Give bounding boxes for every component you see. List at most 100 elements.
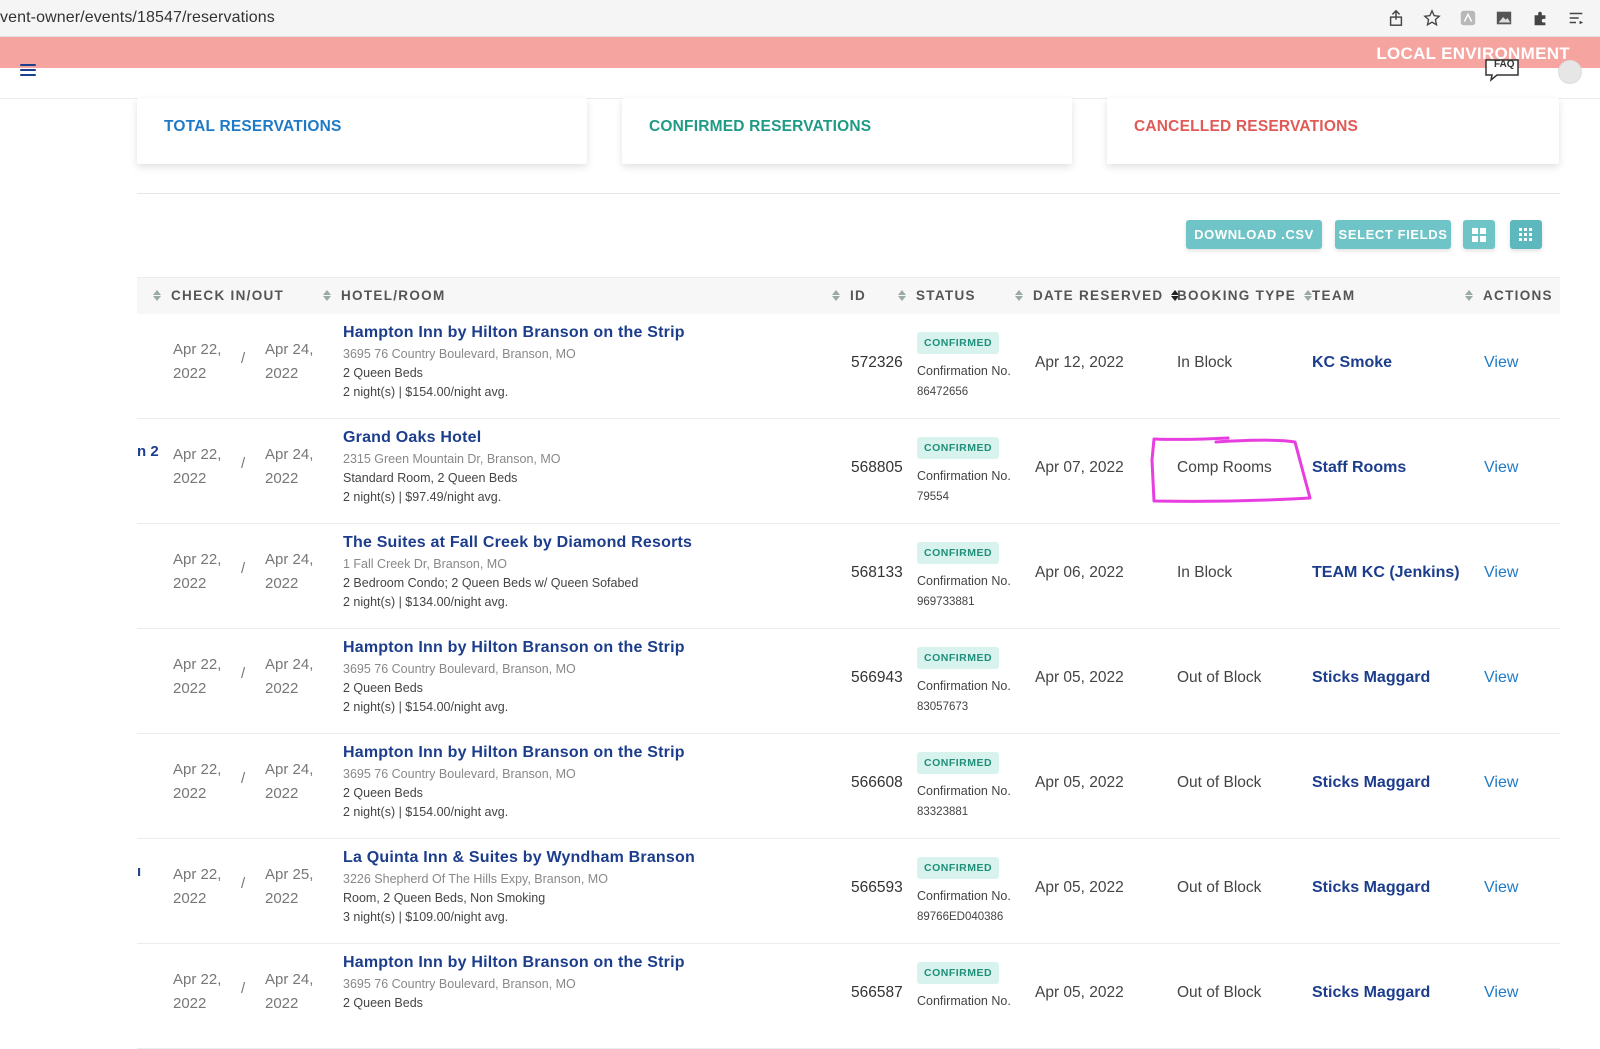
total-reservations-title: TOTAL RESERVATIONS: [164, 118, 342, 135]
check-out-date: Apr 24, 2022: [265, 446, 314, 487]
sort-icon[interactable]: [1015, 290, 1023, 301]
user-avatar[interactable]: [1558, 60, 1582, 84]
hotel-name-link[interactable]: Hampton Inn by Hilton Branson on the Str…: [343, 744, 803, 762]
date-separator: /: [241, 980, 246, 997]
sort-icon[interactable]: [323, 290, 331, 301]
team-link[interactable]: TEAM KC (Jenkins): [1312, 564, 1460, 582]
view-link[interactable]: View: [1484, 669, 1518, 687]
hotel-name-link[interactable]: La Quinta Inn & Suites by Wyndham Branso…: [343, 849, 803, 867]
column-team[interactable]: TEAM: [1312, 288, 1355, 303]
column-actions[interactable]: ACTIONS: [1465, 288, 1553, 303]
sort-icon[interactable]: [153, 290, 161, 301]
team-link[interactable]: Sticks Maggard: [1312, 774, 1430, 792]
sort-icon[interactable]: [1304, 290, 1313, 301]
table-header: CHECK IN/OUT HOTEL/ROOM ID STATUS DATE R…: [137, 277, 1560, 315]
status-cell: CONFIRMED Confirmation No.: [917, 962, 1027, 1016]
confirmation-number: 79554: [917, 491, 949, 503]
reservation-id: 572326: [851, 354, 903, 371]
table-row[interactable]: Apr 22, 2022 / Apr 24, 2022 Hampton Inn …: [137, 629, 1560, 734]
hotel-name-link[interactable]: Grand Oaks Hotel: [343, 429, 803, 447]
team-link[interactable]: Sticks Maggard: [1312, 879, 1430, 897]
table-view-button[interactable]: [1510, 220, 1542, 249]
puzzle-extensions-icon[interactable]: [1530, 8, 1550, 28]
card-view-button[interactable]: [1463, 220, 1495, 249]
hotel-name-link[interactable]: Hampton Inn by Hilton Branson on the Str…: [343, 954, 803, 972]
date-separator: /: [241, 560, 246, 577]
hotel-room-cell: The Suites at Fall Creek by Diamond Reso…: [343, 534, 803, 609]
cancelled-reservations-title: CANCELLED RESERVATIONS: [1134, 118, 1359, 135]
reservation-id: 568805: [851, 459, 903, 476]
column-date-reserved[interactable]: DATE RESERVED: [1015, 288, 1181, 303]
faq-label[interactable]: FAQ: [1494, 59, 1515, 70]
sort-icon[interactable]: [1465, 290, 1473, 301]
confirmed-reservations-title: CONFIRMED RESERVATIONS: [649, 118, 872, 135]
hotel-room-cell: Hampton Inn by Hilton Branson on the Str…: [343, 744, 803, 819]
booking-type: Out of Block: [1177, 774, 1262, 791]
bookmark-star-icon[interactable]: [1422, 8, 1442, 28]
nights-rate: 2 night(s) | $154.00/night avg.: [343, 805, 509, 819]
select-fields-button[interactable]: SELECT FIELDS: [1335, 220, 1451, 249]
status-badge: CONFIRMED: [917, 542, 1000, 564]
table-row[interactable]: ı Apr 22, 2022 / Apr 25, 2022 La Quinta …: [137, 839, 1560, 944]
date-reserved: Apr 07, 2022: [1035, 459, 1124, 476]
booking-type: In Block: [1177, 354, 1233, 371]
view-link[interactable]: View: [1484, 879, 1518, 897]
browser-toolbar-icons: [1386, 8, 1586, 28]
hotel-room-cell: Hampton Inn by Hilton Branson on the Str…: [343, 954, 803, 1015]
view-link[interactable]: View: [1484, 774, 1518, 792]
hotel-address: 3695 76 Country Boulevard, Branson, MO: [343, 347, 576, 361]
table-row[interactable]: Apr 22, 2022 / Apr 24, 2022 Hampton Inn …: [137, 944, 1560, 1049]
column-booking-type[interactable]: BOOKING TYPE: [1177, 288, 1314, 303]
status-cell: CONFIRMED Confirmation No. 89766ED040386: [917, 857, 1027, 923]
card-grid-icon: [1472, 227, 1486, 242]
share-icon[interactable]: [1386, 8, 1406, 28]
table-row[interactable]: Apr 22, 2022 / Apr 24, 2022 Hampton Inn …: [137, 734, 1560, 839]
confirmation-label: Confirmation No.: [917, 784, 1011, 798]
table-row[interactable]: Apr 22, 2022 / Apr 24, 2022 Hampton Inn …: [137, 314, 1560, 419]
column-id[interactable]: ID: [832, 288, 866, 303]
hotel-name-link[interactable]: Hampton Inn by Hilton Branson on the Str…: [343, 639, 803, 657]
view-link[interactable]: View: [1484, 459, 1518, 477]
hotel-address: 3226 Shepherd Of The Hills Expy, Branson…: [343, 872, 608, 886]
room-type: 2 Queen Beds: [343, 996, 423, 1010]
team-link[interactable]: Sticks Maggard: [1312, 984, 1430, 1002]
total-reservations-card: TOTAL RESERVATIONS: [137, 98, 587, 164]
column-check-in-out[interactable]: CHECK IN/OUT: [153, 288, 284, 303]
sort-icon[interactable]: [898, 290, 906, 301]
date-reserved: Apr 05, 2022: [1035, 774, 1124, 791]
nights-rate: 2 night(s) | $154.00/night avg.: [343, 700, 509, 714]
date-separator: /: [241, 875, 246, 892]
hamburger-menu-icon[interactable]: [20, 62, 36, 78]
download-csv-button[interactable]: DOWNLOAD .CSV: [1186, 220, 1322, 249]
table-row[interactable]: Apr 22, 2022 / Apr 24, 2022 The Suites a…: [137, 524, 1560, 629]
column-status[interactable]: STATUS: [898, 288, 976, 303]
team-link[interactable]: Staff Rooms: [1312, 459, 1406, 477]
room-type: 2 Queen Beds: [343, 681, 423, 695]
browser-url-bar[interactable]: vent-owner/events/18547/reservations: [0, 0, 1600, 37]
view-link[interactable]: View: [1484, 984, 1518, 1002]
app-header: [0, 68, 1600, 99]
hotel-name-link[interactable]: Hampton Inn by Hilton Branson on the Str…: [343, 324, 803, 342]
room-type: Standard Room, 2 Queen Beds: [343, 471, 518, 485]
hotel-name-link[interactable]: The Suites at Fall Creek by Diamond Reso…: [343, 534, 803, 552]
confirmation-number: 83057673: [917, 701, 969, 713]
booking-type: Out of Block: [1177, 669, 1262, 686]
url-text[interactable]: vent-owner/events/18547/reservations: [0, 9, 275, 27]
hotel-address: 3695 76 Country Boulevard, Branson, MO: [343, 662, 576, 676]
image-extension-icon[interactable]: [1494, 8, 1514, 28]
nights-rate: 2 night(s) | $134.00/night avg.: [343, 595, 509, 609]
view-link[interactable]: View: [1484, 354, 1518, 372]
column-hotel-room[interactable]: HOTEL/ROOM: [323, 288, 446, 303]
table-grid-icon: [1519, 227, 1532, 241]
reading-list-icon[interactable]: [1566, 8, 1586, 28]
view-link[interactable]: View: [1484, 564, 1518, 582]
team-link[interactable]: KC Smoke: [1312, 354, 1392, 372]
check-in-date: Apr 22, 2022: [173, 551, 222, 592]
status-cell: CONFIRMED Confirmation No. 79554: [917, 437, 1027, 503]
booking-type: Out of Block: [1177, 879, 1262, 896]
extension-icon[interactable]: [1458, 8, 1478, 28]
table-row[interactable]: n 2 Apr 22, 2022 / Apr 24, 2022 Grand Oa…: [137, 419, 1560, 524]
sort-icon[interactable]: [832, 290, 840, 301]
team-link[interactable]: Sticks Maggard: [1312, 669, 1430, 687]
environment-label: LOCAL ENVIRONMENT: [1376, 44, 1570, 63]
